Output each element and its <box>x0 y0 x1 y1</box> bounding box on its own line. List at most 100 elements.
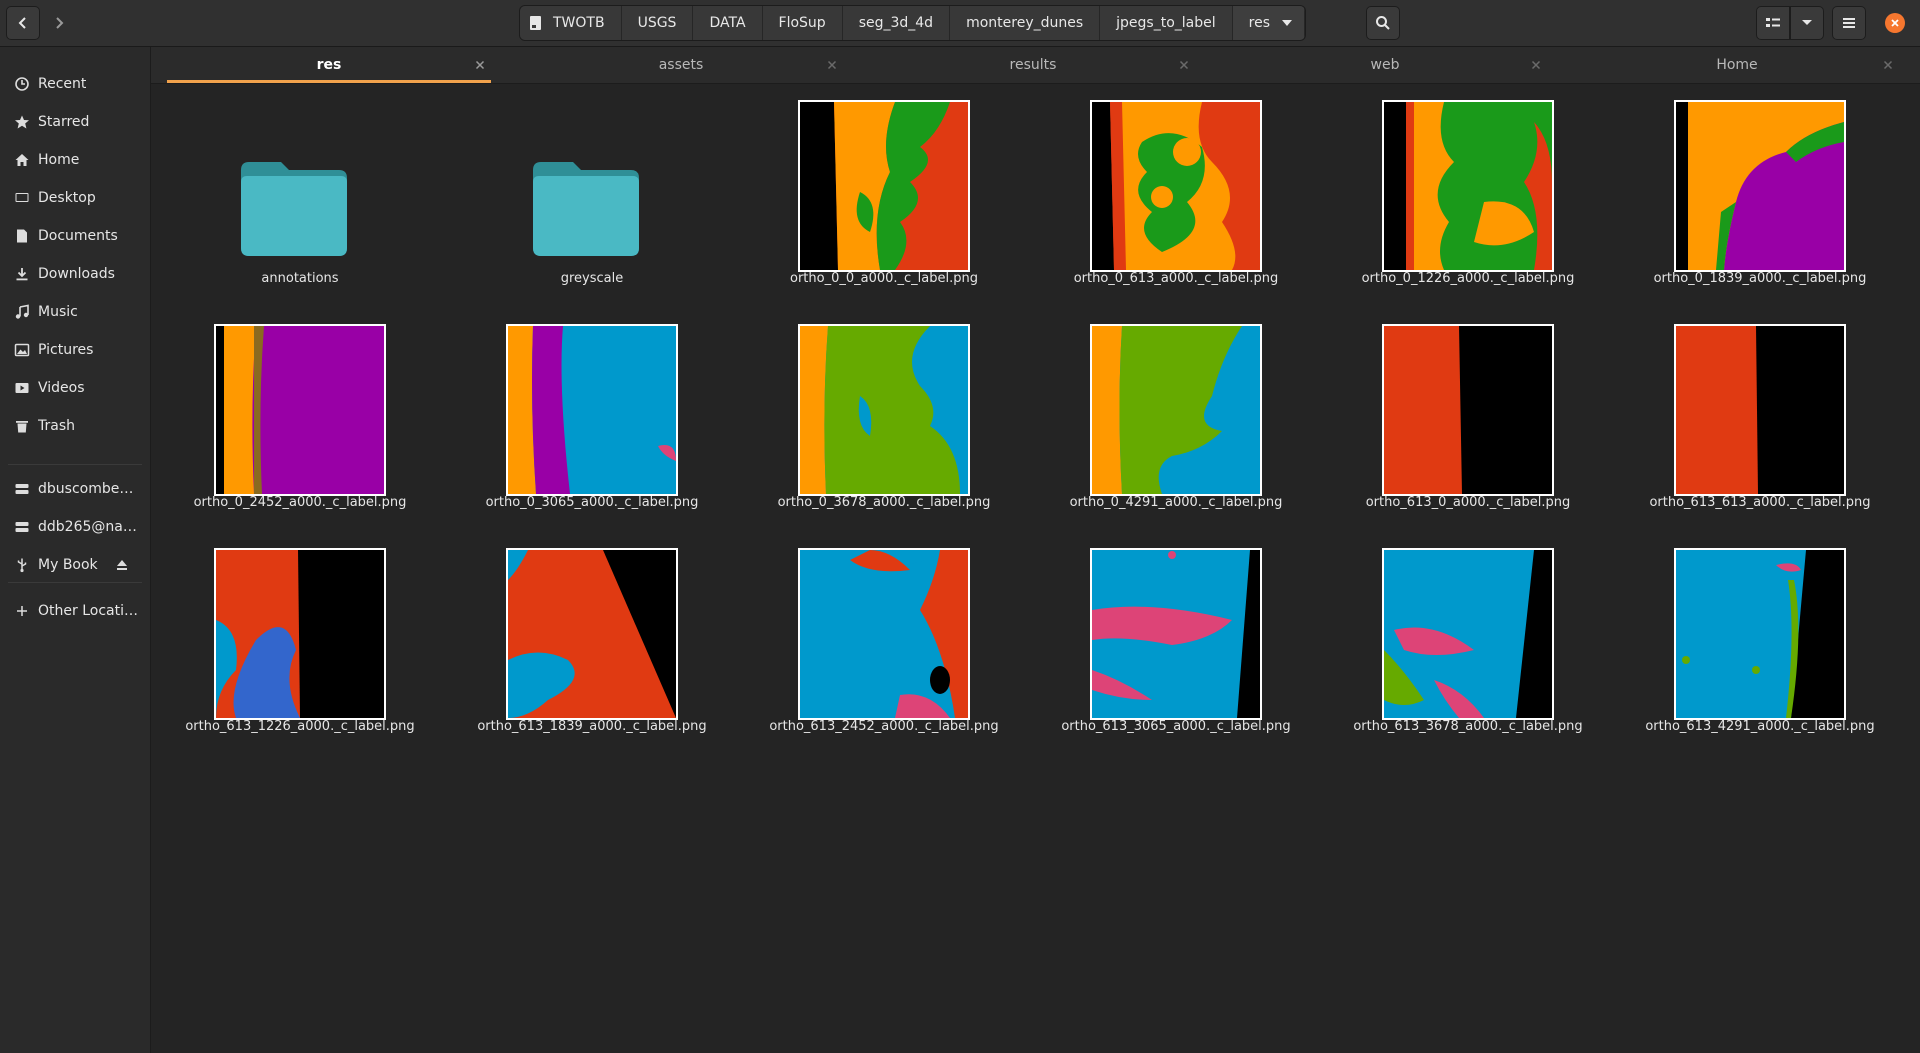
image-thumbnail <box>1090 548 1262 720</box>
file-name: ortho_613_1226_a000._c_label.png <box>185 719 415 734</box>
breadcrumb-seg-3d-4d[interactable]: seg_3d_4d <box>842 6 951 40</box>
sidebar-item-music[interactable]: Music <box>0 296 150 328</box>
tab-close-button[interactable] <box>473 58 487 72</box>
sidebar-item-my-book[interactable]: My Book <box>0 549 150 581</box>
breadcrumb-usgs[interactable]: USGS <box>621 6 694 40</box>
breadcrumb-twotb[interactable]: TWOTB <box>520 6 622 40</box>
tab-label: web <box>1370 57 1400 73</box>
file-name: ortho_0_1839_a000._c_label.png <box>1653 271 1867 286</box>
close-icon <box>1179 60 1189 70</box>
file-item[interactable]: ortho_0_0_a000._c_label.png <box>768 84 978 304</box>
tab-label: res <box>316 57 342 73</box>
tab-res[interactable]: res <box>159 47 499 83</box>
sidebar-item-label: dbuscombe@... <box>38 481 138 497</box>
image-thumbnail <box>1382 548 1554 720</box>
sidebar-item-recent[interactable]: Recent <box>0 68 150 100</box>
image-thumbnail <box>1674 100 1846 272</box>
image-thumbnail <box>214 548 386 720</box>
download-icon <box>14 266 30 282</box>
sidebar-item-documents[interactable]: Documents <box>0 220 150 252</box>
search-button[interactable] <box>1366 6 1400 40</box>
music-icon <box>14 304 30 320</box>
image-thumbnail <box>1382 324 1554 496</box>
sidebar-item-ddb265-nau[interactable]: ddb265@nau.... <box>0 511 150 543</box>
folder-item[interactable]: annotations <box>184 84 384 304</box>
file-name: ortho_613_0_a000._c_label.png <box>1365 495 1571 510</box>
tab-close-button[interactable] <box>825 58 839 72</box>
sidebar-item-label: ddb265@nau.... <box>38 519 138 535</box>
sidebar-item-videos[interactable]: Videos <box>0 372 150 404</box>
image-thumbnail <box>1090 100 1262 272</box>
folder-item[interactable]: greyscale <box>476 84 676 304</box>
sidebar-item-home[interactable]: Home <box>0 144 150 176</box>
file-name: ortho_0_613_a000._c_label.png <box>1073 271 1279 286</box>
tab-label: Home <box>1716 57 1758 73</box>
sidebar-item-other-locations[interactable]: Other Locations <box>0 595 150 627</box>
breadcrumb-res[interactable]: res <box>1232 6 1305 40</box>
sidebar-item-pictures[interactable]: Pictures <box>0 334 150 366</box>
file-item[interactable]: ortho_613_2452_a000._c_label.png <box>768 532 999 752</box>
file-item[interactable]: ortho_0_3065_a000._c_label.png <box>476 308 698 528</box>
breadcrumb-data[interactable]: DATA <box>693 6 763 40</box>
file-item[interactable]: ortho_613_0_a000._c_label.png <box>1352 308 1570 528</box>
forward-button[interactable] <box>42 6 76 40</box>
file-name: ortho_613_4291_a000._c_label.png <box>1645 719 1875 734</box>
usb-icon <box>14 557 30 573</box>
tab-label: assets <box>658 57 704 73</box>
close-icon <box>1883 60 1893 70</box>
sidebar-item-label: Home <box>38 152 80 168</box>
back-button[interactable] <box>6 6 40 40</box>
chevron-right-icon <box>56 17 64 29</box>
image-thumbnail <box>1382 100 1554 272</box>
breadcrumb-jpegs-to-label[interactable]: jpegs_to_label <box>1100 6 1233 40</box>
sidebar-item-desktop[interactable]: Desktop <box>0 182 150 214</box>
image-thumbnail <box>798 100 970 272</box>
file-item[interactable]: ortho_613_613_a000._c_label.png <box>1644 308 1871 528</box>
sidebar-item-starred[interactable]: Starred <box>0 106 150 138</box>
sidebar-item-dbuscombe[interactable]: dbuscombe@... <box>0 473 150 505</box>
file-item[interactable]: ortho_0_613_a000._c_label.png <box>1060 84 1278 304</box>
image-thumbnail <box>1674 324 1846 496</box>
view-toggle-button[interactable] <box>1756 6 1790 40</box>
plus-icon <box>14 603 30 619</box>
file-name: ortho_0_1226_a000._c_label.png <box>1361 271 1575 286</box>
file-item[interactable]: ortho_0_3678_a000._c_label.png <box>768 308 990 528</box>
breadcrumb-label: FloSup <box>778 15 826 31</box>
window-close-button[interactable] <box>1885 13 1905 33</box>
breadcrumb-label: jpegs_to_label <box>1116 15 1216 31</box>
file-item[interactable]: ortho_0_1226_a000._c_label.png <box>1352 84 1574 304</box>
sidebar-item-downloads[interactable]: Downloads <box>0 258 150 290</box>
breadcrumb-flosup[interactable]: FloSup <box>762 6 843 40</box>
breadcrumb-monterey-dunes[interactable]: monterey_dunes <box>950 6 1101 40</box>
picture-icon <box>14 342 30 358</box>
file-item[interactable]: ortho_613_1226_a000._c_label.png <box>184 532 415 752</box>
tab-close-button[interactable] <box>1529 58 1543 72</box>
breadcrumb-label: seg_3d_4d <box>858 15 934 31</box>
file-item[interactable]: ortho_613_1839_a000._c_label.png <box>476 532 707 752</box>
tab-close-button[interactable] <box>1177 58 1191 72</box>
main-menu-button[interactable] <box>1832 6 1866 40</box>
tab-home[interactable]: Home <box>1567 47 1907 83</box>
file-item[interactable]: ortho_613_4291_a000._c_label.png <box>1644 532 1875 752</box>
file-item[interactable]: ortho_613_3678_a000._c_label.png <box>1352 532 1583 752</box>
file-item[interactable]: ortho_0_4291_a000._c_label.png <box>1060 308 1282 528</box>
trash-icon <box>14 418 30 434</box>
home-icon <box>14 152 30 168</box>
eject-icon[interactable] <box>115 558 129 572</box>
tab-results[interactable]: results <box>863 47 1203 83</box>
tab-web[interactable]: web <box>1215 47 1555 83</box>
sidebar-item-label: Pictures <box>38 342 94 358</box>
view-options-button[interactable] <box>1790 6 1824 40</box>
tab-assets[interactable]: assets <box>511 47 851 83</box>
hamburger-menu-icon <box>1843 18 1855 28</box>
desktop-icon <box>14 190 30 206</box>
tab-close-button[interactable] <box>1881 58 1895 72</box>
close-icon <box>1531 60 1541 70</box>
file-item[interactable]: ortho_0_2452_a000._c_label.png <box>184 308 406 528</box>
sidebar-item-trash[interactable]: Trash <box>0 410 150 442</box>
file-item[interactable]: ortho_0_1839_a000._c_label.png <box>1644 84 1866 304</box>
tab-bar: res assets results web Home <box>151 47 1920 84</box>
sidebar-item-label: My Book <box>38 557 98 573</box>
file-item[interactable]: ortho_613_3065_a000._c_label.png <box>1060 532 1291 752</box>
chevron-left-icon <box>18 17 26 29</box>
